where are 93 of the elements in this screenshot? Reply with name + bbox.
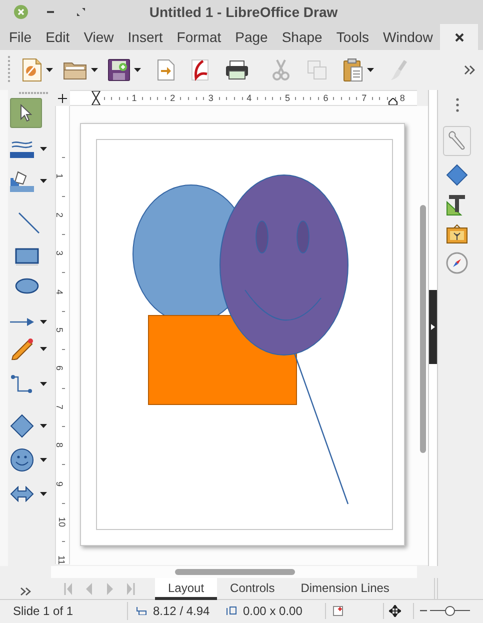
pdf-icon[interactable]: [191, 59, 209, 81]
caret-icon[interactable]: [40, 347, 47, 351]
clipboard-icon[interactable]: [343, 58, 363, 82]
menu-item[interactable]: Insert: [120, 26, 170, 48]
menu-item[interactable]: Window: [376, 26, 440, 48]
compass-icon[interactable]: [446, 252, 468, 274]
menu-item[interactable]: Edit: [38, 26, 77, 48]
caret-icon[interactable]: [40, 424, 47, 428]
caret-icon[interactable]: [91, 68, 98, 72]
window-title: Untitled 1 - LibreOffice Draw: [148, 2, 338, 22]
sheet-tab[interactable]: Controls: [217, 578, 288, 600]
caret-icon[interactable]: [367, 68, 374, 72]
ruler-number: 8: [400, 92, 405, 104]
zoom-slider-thumb[interactable]: [445, 606, 455, 616]
diamond-icon[interactable]: [10, 414, 34, 438]
menu-item[interactable]: Page: [228, 26, 275, 48]
ruler-number: 7: [362, 92, 367, 104]
size-icon: [226, 606, 237, 616]
caret-icon[interactable]: [40, 458, 47, 462]
caret-icon[interactable]: [40, 320, 47, 324]
arrow-line-icon[interactable]: [10, 318, 34, 326]
menu-item[interactable]: View: [76, 26, 121, 48]
save-icon[interactable]: [108, 59, 130, 81]
ruler-number: 5: [54, 328, 66, 332]
export-icon[interactable]: [157, 59, 175, 81]
ruler-number: 7: [54, 404, 66, 410]
fill-bucket-icon[interactable]: [10, 170, 34, 192]
caret-icon[interactable]: [46, 68, 53, 72]
picture-frame-icon[interactable]: [446, 224, 468, 244]
ruler-number: 2: [54, 212, 66, 218]
more-icon[interactable]: [464, 65, 475, 75]
ruler-number: 1: [54, 174, 66, 179]
caret-icon[interactable]: [40, 492, 47, 496]
sheet-tab[interactable]: Dimension Lines: [288, 578, 402, 600]
close-document-button[interactable]: [440, 24, 478, 50]
ruler-number: 6: [54, 366, 66, 371]
ellipse-icon[interactable]: [15, 278, 39, 296]
expand-icon: [431, 324, 435, 330]
document-modified-icon: [333, 606, 343, 616]
ruler-number: 1: [132, 92, 137, 104]
more-options-icon[interactable]: [456, 98, 458, 112]
line-icon[interactable]: [18, 212, 40, 234]
zoom-slider[interactable]: [430, 606, 470, 616]
diamond-icon[interactable]: [446, 164, 468, 186]
caret-icon[interactable]: [40, 179, 47, 183]
pointer-icon: [20, 104, 32, 122]
connector-icon[interactable]: [10, 374, 34, 394]
ruler-number: 10: [56, 517, 68, 527]
position-icon: [136, 607, 147, 615]
menu-item[interactable]: Tools: [329, 26, 376, 48]
line-style-icon[interactable]: [10, 140, 34, 158]
menu-item[interactable]: Format: [170, 26, 228, 48]
horizontal-scrollbar[interactable]: [175, 569, 295, 575]
slide-status: Slide 1 of 1: [13, 603, 74, 620]
caret-icon[interactable]: [40, 147, 47, 151]
sidebar-toggle[interactable]: [429, 290, 437, 364]
caret-icon[interactable]: [40, 382, 47, 386]
ruler-number: 4: [246, 92, 252, 104]
position-status: 8.12 / 4.94: [153, 603, 210, 620]
ruler-number: 11: [56, 556, 68, 566]
pencil-icon[interactable]: [10, 338, 34, 360]
close-icon[interactable]: [454, 32, 464, 42]
horizontal-ruler[interactable]: 1 2 3 4 5 6 7 8: [70, 90, 417, 106]
rectangle-icon[interactable]: [15, 248, 39, 266]
folder-icon[interactable]: [63, 60, 87, 80]
ruler-number: 2: [170, 92, 176, 104]
text-style-icon[interactable]: [446, 194, 468, 216]
indent-marker-icon[interactable]: [91, 91, 101, 105]
ruler-number: 9: [54, 481, 66, 486]
vertical-scrollbar[interactable]: [420, 205, 426, 453]
caret-icon[interactable]: [134, 68, 141, 72]
ruler-number: 3: [208, 92, 214, 104]
wrench-icon: [447, 130, 467, 152]
select-tool-button[interactable]: [10, 98, 42, 128]
double-arrow-icon[interactable]: [10, 486, 34, 502]
ruler-number: 3: [54, 250, 66, 256]
ruler-origin-icon: [58, 94, 67, 103]
ruler-number: 8: [54, 442, 66, 448]
ruler-number: 4: [54, 289, 66, 294]
print-icon[interactable]: [225, 60, 249, 80]
shapes-drawing[interactable]: [132, 174, 349, 504]
ruler-number: 6: [323, 92, 328, 104]
menu-item[interactable]: Shape: [274, 26, 330, 48]
vertical-ruler[interactable]: 1 2 3 4 5 6 7 8 9 10 11: [55, 106, 70, 564]
menu-item[interactable]: File: [2, 26, 39, 48]
size-status: 0.00 x 0.00: [243, 603, 302, 620]
more-icon[interactable]: [20, 587, 31, 596]
move-icon: [389, 605, 401, 617]
sheet-tab[interactable]: Layout: [155, 578, 218, 600]
ruler-number: 5: [285, 92, 290, 104]
smiley-icon[interactable]: [10, 448, 34, 472]
properties-tab[interactable]: [443, 126, 471, 156]
maximize-icon[interactable]: [77, 8, 85, 16]
